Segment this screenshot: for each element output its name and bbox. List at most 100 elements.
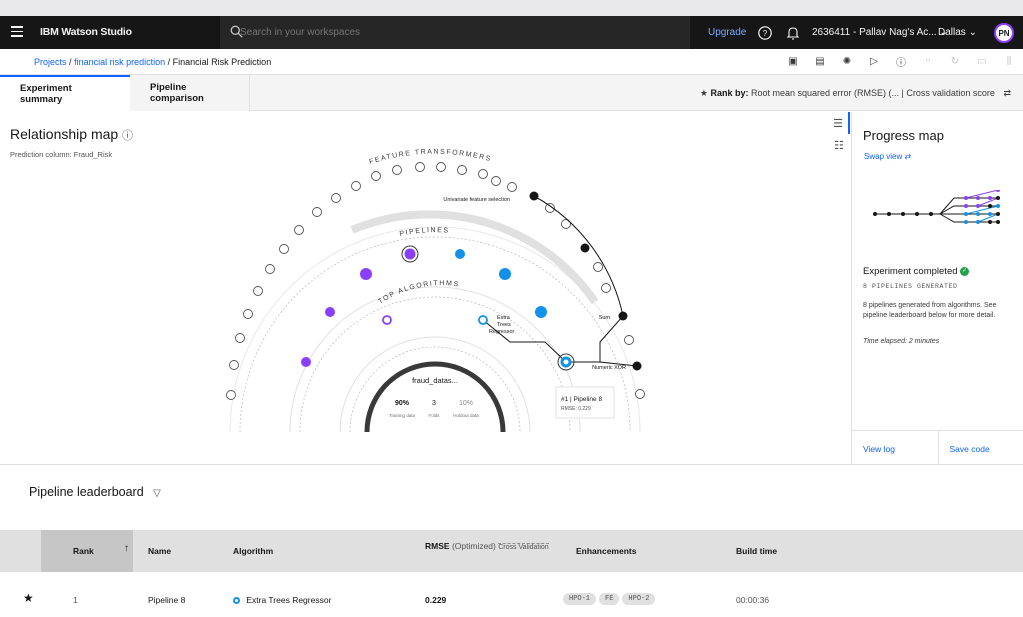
experiment-toolbar: ▣ ▤ ✺ ▷ ⓘ ⑂ ↻ ▭ ⫼ bbox=[787, 55, 1015, 69]
tooltip-rmse: RMSE: 0.229 bbox=[561, 406, 591, 412]
star-icon: ★ bbox=[699, 88, 708, 98]
browser-strip bbox=[0, 0, 1023, 16]
save-code-button[interactable]: Save code bbox=[937, 431, 1023, 465]
pipelines-generated: 8 PIPELINES GENERATED bbox=[863, 283, 958, 290]
algorithm-node-extra-trees bbox=[478, 315, 488, 325]
document-icon[interactable]: ▤ bbox=[814, 55, 826, 67]
run-icon[interactable]: ▷ bbox=[868, 55, 880, 67]
view-log-button[interactable]: View log bbox=[852, 431, 938, 465]
product-name[interactable]: IBM Watson Studio bbox=[40, 26, 132, 38]
training-percent: 90% bbox=[395, 400, 410, 407]
feature-transformers-label: FEATURE TRANSFORMERS bbox=[368, 149, 492, 166]
row-algorithm-label: Extra Trees Regressor bbox=[246, 595, 332, 605]
account-switcher[interactable]: 2636411 - Pallav Nag's Ac... ⌄ bbox=[812, 27, 948, 38]
columns-icon[interactable]: ⫼ bbox=[1003, 55, 1015, 67]
breadcrumb-separator: / bbox=[69, 57, 72, 67]
row-enhancements: HPO-1 FE HPO-2 bbox=[563, 592, 658, 605]
breadcrumb-project[interactable]: financial risk prediction bbox=[74, 57, 165, 67]
sort-ascending-icon: ↑ bbox=[124, 543, 129, 554]
column-rmse-optimized: (Optimized) bbox=[451, 541, 496, 551]
label-regressor: Regressor bbox=[489, 329, 515, 335]
dataset-ring bbox=[364, 361, 506, 433]
comment-icon[interactable]: ▭ bbox=[976, 55, 988, 67]
settings-icon[interactable]: ✺ bbox=[841, 55, 853, 67]
breadcrumb-projects[interactable]: Projects bbox=[34, 57, 67, 67]
column-build-time[interactable]: Build time bbox=[736, 546, 777, 556]
experiment-status: Experiment completed ✓ bbox=[863, 266, 970, 277]
holdout-label: Holdout data bbox=[453, 413, 479, 418]
breadcrumb-current: Financial Risk Prediction bbox=[172, 57, 272, 67]
detail-view-icon[interactable]: ☷ bbox=[828, 134, 850, 156]
column-name[interactable]: Name bbox=[148, 546, 171, 556]
column-rank[interactable]: Rank ↑ bbox=[41, 530, 133, 572]
time-elapsed: Time elapsed: 2 minutes bbox=[863, 338, 940, 345]
swap-view-link[interactable]: Swap view ⇄ bbox=[864, 152, 911, 161]
pipeline-nodes bbox=[301, 245, 575, 371]
search-bar[interactable] bbox=[220, 16, 690, 49]
tab-pipeline-comparison[interactable]: Pipeline comparison bbox=[130, 75, 250, 111]
pipeline-tooltip: #1 | Pipeline 8 RMSE: 0.229 bbox=[555, 386, 615, 419]
rank-by-selector[interactable]: ★ Rank by: Root mean squared error (RMSE… bbox=[700, 88, 1011, 99]
notebook-icon[interactable]: ▣ bbox=[787, 55, 799, 67]
account-label: 2636411 - Pallav Nag's Ac... bbox=[812, 27, 937, 38]
best-pipeline-path bbox=[482, 195, 638, 367]
row-build-time: 00:00:36 bbox=[736, 595, 770, 605]
breadcrumb: Projects / financial risk prediction / F… bbox=[34, 57, 271, 67]
row-rmse: 0.229 bbox=[425, 595, 447, 605]
menu-icon[interactable] bbox=[11, 26, 23, 38]
folds-count: 3 bbox=[432, 400, 436, 407]
leaderboard-title: Pipeline leaderboard ▽ bbox=[29, 485, 161, 499]
column-rmse-sub: Cross Validation bbox=[498, 543, 549, 551]
label-trees: Trees bbox=[497, 322, 511, 328]
row-name[interactable]: Pipeline 8 bbox=[148, 595, 185, 605]
status-text: Experiment completed bbox=[863, 266, 958, 277]
table-row[interactable]: ★ 1 Pipeline 8 Extra Trees Regressor 0.2… bbox=[0, 580, 1023, 617]
list-view-icon[interactable]: ☰ bbox=[828, 112, 850, 134]
sort-icon: ⇄ bbox=[1003, 88, 1011, 98]
region-label: Dallas bbox=[938, 27, 966, 38]
label-extra: Extra bbox=[497, 315, 511, 321]
search-icon bbox=[230, 25, 243, 38]
history-icon[interactable]: ↻ bbox=[949, 55, 961, 67]
training-label: Training data bbox=[389, 413, 416, 418]
help-icon[interactable]: ? bbox=[757, 25, 773, 41]
column-algorithm[interactable]: Algorithm bbox=[233, 546, 273, 556]
info-icon[interactable]: ⓘ bbox=[122, 130, 133, 142]
info-icon[interactable]: ⓘ bbox=[895, 55, 907, 69]
leaderboard-header: Rank ↑ Name Algorithm RMSE (Optimized) C… bbox=[0, 530, 1023, 572]
rank-by-value: Root mean squared error (RMSE) (... | Cr… bbox=[751, 88, 995, 98]
relationship-map-title: Relationship map ⓘ bbox=[10, 126, 133, 143]
progress-description: 8 pipelines generated from algorithms. S… bbox=[863, 302, 997, 319]
chevron-down-icon: ⌄ bbox=[968, 27, 977, 38]
branch-icon[interactable]: ⑂ bbox=[922, 55, 934, 67]
tooltip-title: #1 | Pipeline 8 bbox=[561, 396, 602, 403]
column-rank-label: Rank bbox=[73, 546, 94, 556]
tab-experiment-summary[interactable]: Experiment summary bbox=[0, 75, 130, 111]
row-algorithm: Extra Trees Regressor bbox=[233, 595, 331, 605]
label-numeric-xor: Numeric XOR bbox=[592, 365, 626, 371]
star-icon[interactable]: ★ bbox=[23, 591, 34, 605]
checkmark-icon: ✓ bbox=[960, 266, 970, 276]
filter-icon[interactable]: ▽ bbox=[153, 488, 161, 499]
top-navigation-bar: IBM Watson Studio Upgrade ? 2636411 - Pa… bbox=[0, 16, 1023, 49]
algorithm-node-1 bbox=[382, 315, 392, 325]
upgrade-link[interactable]: Upgrade bbox=[708, 27, 746, 38]
enhancement-tag: HPO-2 bbox=[622, 593, 656, 605]
relationship-map: FEATURE TRANSFORMERS PIPELINES TOP ALGOR… bbox=[226, 149, 645, 433]
view-toggle: ☰ ☷ bbox=[828, 112, 850, 172]
avatar[interactable]: PN bbox=[994, 23, 1014, 43]
experiment-tabs: Experiment summary Pipeline comparison ★… bbox=[0, 75, 1023, 111]
column-rmse[interactable]: RMSE (Optimized) Cross Validation bbox=[425, 541, 549, 551]
dataset-name: fraud_datas... bbox=[412, 376, 458, 385]
rank-by-label: Rank by: bbox=[710, 88, 749, 98]
progress-map-title: Progress map bbox=[863, 128, 944, 143]
notification-icon[interactable] bbox=[785, 25, 801, 41]
column-enhancements[interactable]: Enhancements bbox=[576, 546, 636, 556]
label-univariate: Univariate feature selection bbox=[443, 197, 510, 203]
leaderboard-title-text: Pipeline leaderboard bbox=[29, 485, 144, 499]
svg-text:?: ? bbox=[763, 29, 768, 38]
label-sum: Sum bbox=[599, 315, 611, 321]
enhancement-tag: HPO-1 bbox=[563, 593, 597, 605]
search-input[interactable] bbox=[240, 27, 540, 38]
region-switcher[interactable]: Dallas ⌄ bbox=[938, 27, 977, 38]
